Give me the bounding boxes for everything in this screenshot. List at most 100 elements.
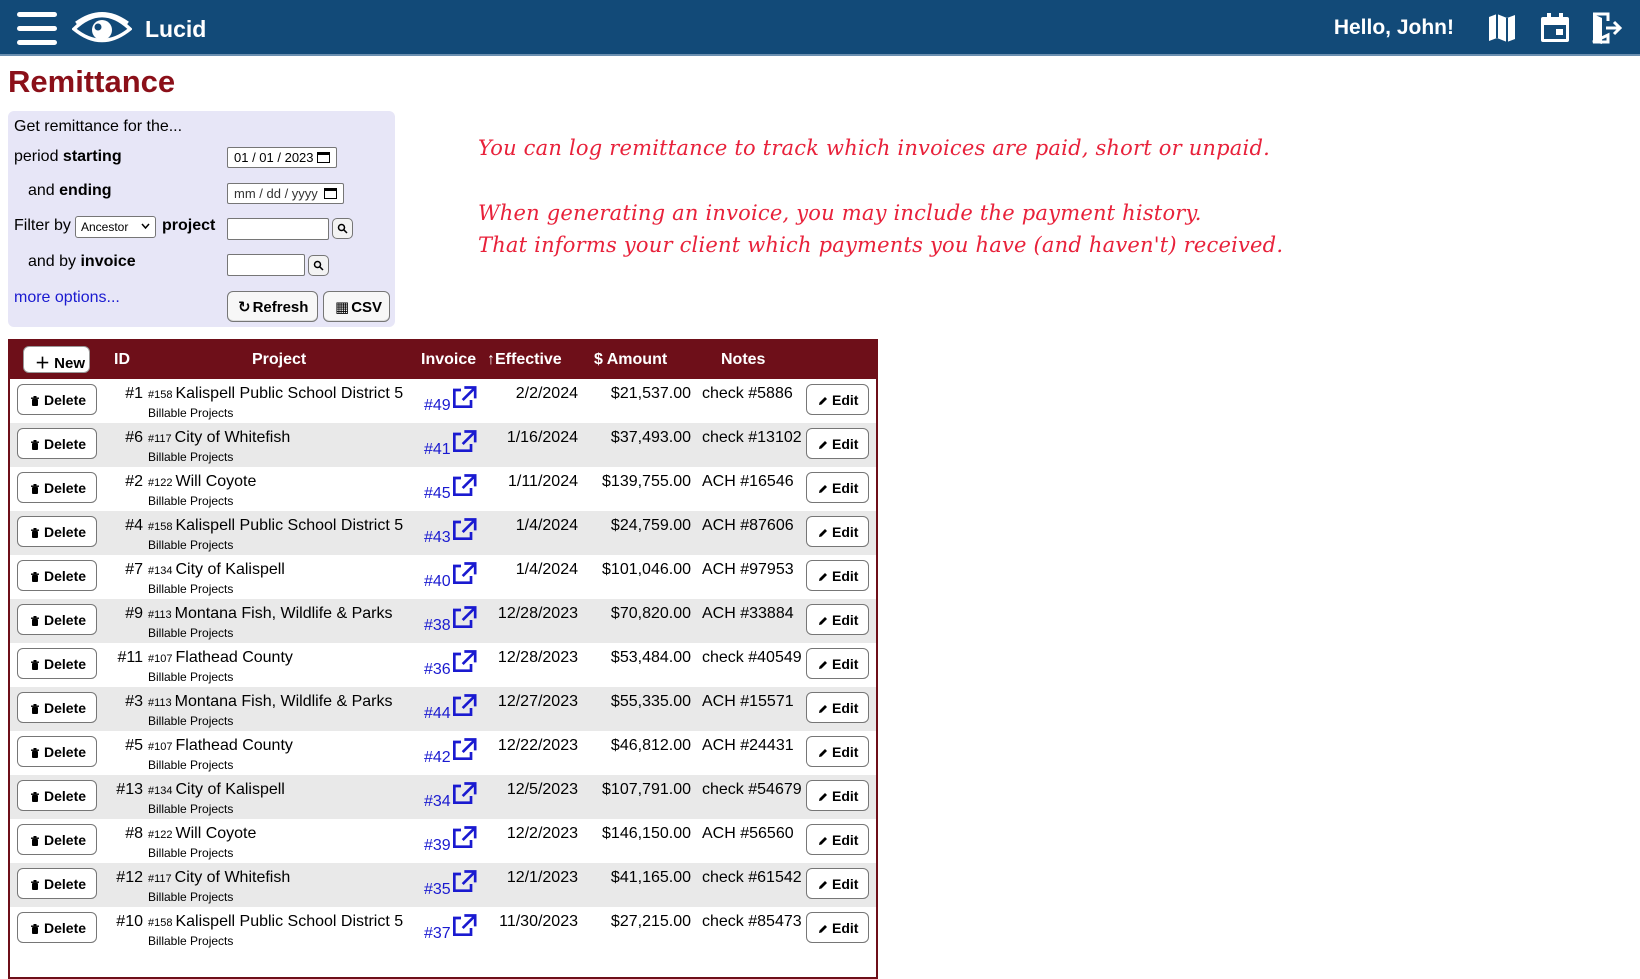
row-project[interactable]: #107 Flathead County (148, 649, 293, 667)
row-notes: check #54679 (702, 781, 802, 798)
row-project[interactable]: #107 Flathead County (148, 737, 293, 755)
edit-button[interactable]: Edit (806, 736, 869, 767)
delete-button[interactable]: Delete (17, 824, 97, 855)
row-id: #2 (125, 473, 143, 490)
row-effective-date: 12/27/2023 (497, 693, 578, 710)
table-row: Delete #2 #122 Will Coyote Billable Projects… (10, 467, 876, 511)
edit-button[interactable]: Edit (806, 692, 869, 723)
table-row: Delete #3 #113 Montana Fish, Wildlife & Par… (10, 687, 876, 731)
project-category: Billable Projects (148, 582, 234, 596)
project-name: Montana Fish, Wildlife & Parks (174, 605, 393, 622)
delete-button[interactable]: Delete (17, 868, 97, 899)
row-project[interactable]: #113 Montana Fish, Wildlife & Parks (148, 693, 393, 711)
refresh-button[interactable]: ↻ Refresh (227, 291, 318, 322)
relation-select[interactable]: Ancestor (75, 216, 156, 238)
delete-button[interactable]: Delete (17, 780, 97, 811)
column-header-effective[interactable]: ↑Effective (487, 351, 562, 369)
invoice-link[interactable]: #40 (424, 561, 477, 591)
row-project[interactable]: #117 City of Whitefish (148, 869, 290, 887)
column-header-notes[interactable]: Notes (721, 351, 765, 369)
row-project[interactable]: #158 Kalispell Public School District 5 (148, 913, 403, 931)
row-amount: $27,215.00 (610, 913, 691, 930)
invoice-link[interactable]: #38 (424, 605, 477, 635)
remittance-table: ＋ New ID Project Invoice ↑Effective $ Am… (8, 339, 878, 979)
delete-button[interactable]: Delete (17, 912, 97, 943)
invoice-link[interactable]: #35 (424, 869, 477, 899)
row-project[interactable]: #158 Kalispell Public School District 5 (148, 517, 403, 535)
column-header-amount[interactable]: $ Amount (594, 351, 667, 369)
row-project[interactable]: #113 Montana Fish, Wildlife & Parks (148, 605, 393, 623)
edit-button[interactable]: Edit (806, 648, 869, 679)
row-project[interactable]: #117 City of Whitefish (148, 429, 290, 447)
edit-button[interactable]: Edit (806, 384, 869, 415)
row-amount: $21,537.00 (610, 385, 691, 402)
project-input[interactable] (227, 218, 329, 240)
row-project[interactable]: #122 Will Coyote (148, 825, 256, 843)
delete-button[interactable]: Delete (17, 736, 97, 767)
trash-icon (31, 836, 39, 846)
edit-button[interactable]: Edit (806, 428, 869, 459)
project-name: Kalispell Public School District 5 (175, 385, 404, 402)
table-header: ＋ New ID Project Invoice ↑Effective $ Am… (10, 339, 876, 379)
invoice-link[interactable]: #49 (424, 385, 477, 415)
end-date-input[interactable]: mm / dd / yyyy (227, 183, 344, 204)
csv-button[interactable]: ▦ CSV (323, 291, 390, 322)
row-project[interactable]: #134 City of Kalispell (148, 781, 285, 799)
start-date-input[interactable]: 01 / 01 / 2023 (227, 147, 337, 168)
project-category: Billable Projects (148, 758, 234, 772)
calendar-icon[interactable] (317, 151, 330, 163)
row-project[interactable]: #158 Kalispell Public School District 5 (148, 385, 403, 403)
invoice-link[interactable]: #44 (424, 693, 477, 723)
menu-icon[interactable] (17, 12, 57, 45)
logout-icon[interactable] (1590, 11, 1624, 45)
calendar-icon[interactable] (1538, 11, 1572, 45)
delete-button[interactable]: Delete (17, 472, 97, 503)
edit-button[interactable]: Edit (806, 868, 869, 899)
delete-button[interactable]: Delete (17, 428, 97, 459)
more-options-link[interactable]: more options... (14, 289, 120, 307)
edit-button[interactable]: Edit (806, 560, 869, 591)
project-category: Billable Projects (148, 714, 234, 728)
column-header-id[interactable]: ID (114, 351, 130, 369)
project-number: #113 (148, 697, 172, 709)
edit-button[interactable]: Edit (806, 912, 869, 943)
trash-icon (31, 792, 39, 802)
hint-line-3: That informs your client which payments … (478, 233, 1284, 257)
invoice-link[interactable]: #43 (424, 517, 477, 547)
invoice-search-button[interactable] (308, 255, 329, 276)
edit-button[interactable]: Edit (806, 824, 869, 855)
pencil-icon (819, 749, 827, 757)
row-project[interactable]: #122 Will Coyote (148, 473, 256, 491)
row-effective-date: 2/2/2024 (515, 385, 578, 402)
invoice-link[interactable]: #36 (424, 649, 477, 679)
app-name[interactable]: Lucid (145, 16, 206, 43)
row-project[interactable]: #134 City of Kalispell (148, 561, 285, 579)
invoice-link[interactable]: #45 (424, 473, 477, 503)
by-invoice-label: and by invoice (28, 253, 136, 270)
new-remittance-button[interactable]: ＋ New (23, 346, 90, 373)
invoice-link[interactable]: #42 (424, 737, 477, 767)
column-header-invoice[interactable]: Invoice (421, 351, 476, 369)
column-header-project[interactable]: Project (252, 351, 306, 369)
delete-button[interactable]: Delete (17, 692, 97, 723)
project-search-button[interactable] (332, 218, 353, 239)
delete-button[interactable]: Delete (17, 516, 97, 547)
delete-button[interactable]: Delete (17, 648, 97, 679)
invoice-link[interactable]: #41 (424, 429, 477, 459)
edit-button[interactable]: Edit (806, 472, 869, 503)
delete-button[interactable]: Delete (17, 384, 97, 415)
invoice-link[interactable]: #34 (424, 781, 477, 811)
edit-button[interactable]: Edit (806, 604, 869, 635)
delete-button[interactable]: Delete (17, 604, 97, 635)
calendar-icon[interactable] (324, 187, 337, 199)
edit-button[interactable]: Edit (806, 516, 869, 547)
invoice-link[interactable]: #37 (424, 913, 477, 943)
invoice-input[interactable] (227, 254, 305, 276)
edit-button[interactable]: Edit (806, 780, 869, 811)
row-effective-date: 1/4/2024 (515, 561, 578, 578)
project-label: project (162, 217, 216, 234)
map-icon[interactable] (1485, 11, 1519, 45)
row-id: #3 (125, 693, 143, 710)
delete-button[interactable]: Delete (17, 560, 97, 591)
invoice-link[interactable]: #39 (424, 825, 477, 855)
